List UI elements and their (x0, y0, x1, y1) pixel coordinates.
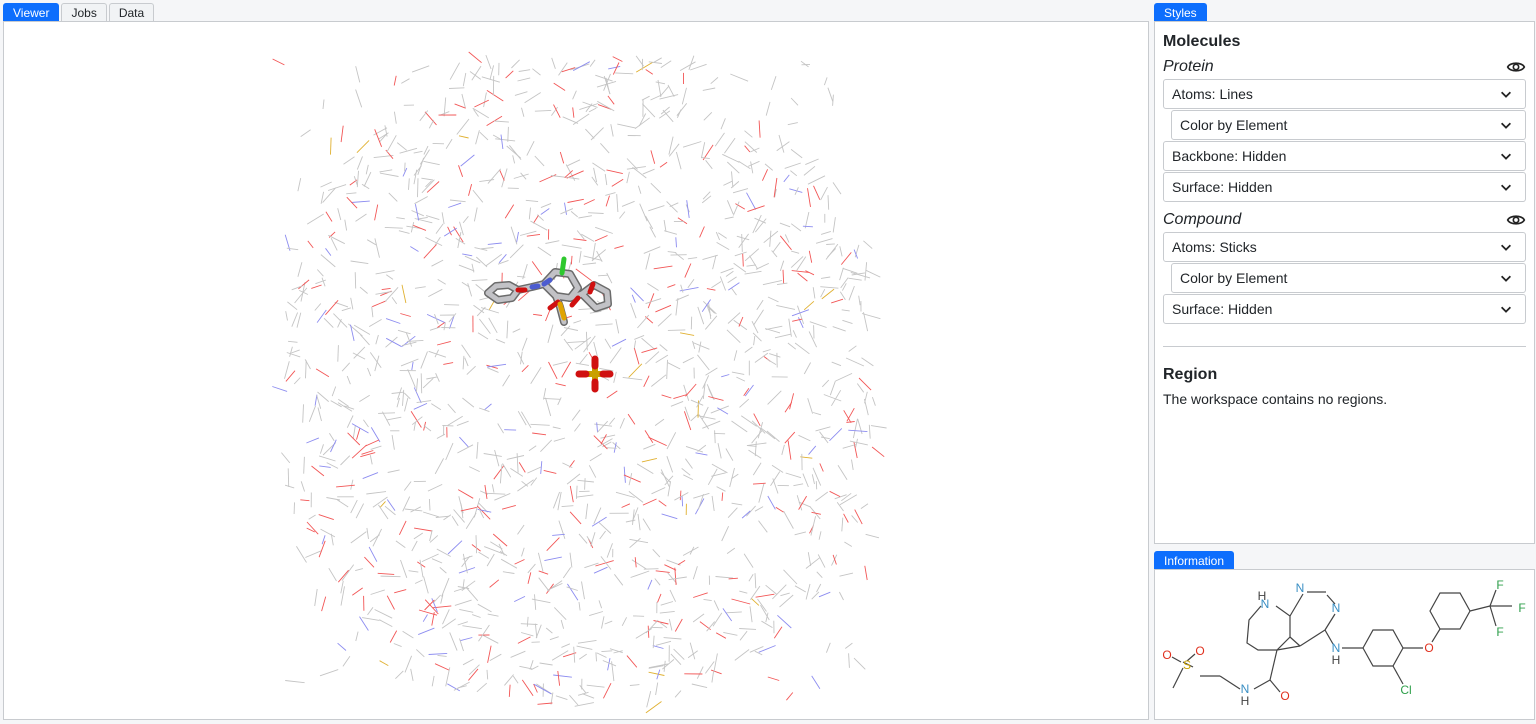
chevron-down-icon (1501, 122, 1511, 129)
n-pyrimidine-2: N (1332, 601, 1341, 615)
nh-amine-h-label: H (1332, 653, 1341, 667)
divider (1163, 346, 1526, 347)
protein-group-header: Protein (1163, 55, 1526, 79)
styles-panel: Molecules Protein Atoms: Lines Color by … (1154, 21, 1535, 544)
sulfonyl-o2-label: O (1195, 644, 1204, 658)
tab-jobs[interactable]: Jobs (61, 3, 107, 21)
protein-atoms-value: Atoms: Lines (1172, 86, 1253, 102)
chevron-down-icon (1501, 153, 1511, 160)
protein-visibility-eye-icon[interactable] (1506, 57, 1526, 77)
sulfonyl-o1-label: O (1162, 648, 1171, 662)
f2-label: F (1518, 601, 1525, 615)
compound-title: Compound (1163, 211, 1242, 228)
protein-surface-value: Surface: Hidden (1172, 179, 1273, 195)
compound-group-header: Compound (1163, 208, 1526, 232)
cl-label: Cl (1400, 683, 1411, 697)
info-tabbar: Information (1154, 551, 1235, 569)
protein-color-value: Color by Element (1180, 117, 1288, 133)
compound-color-select[interactable]: Color by Element (1171, 263, 1526, 293)
f3-label: F (1496, 625, 1503, 639)
compound-visibility-eye-icon[interactable] (1506, 210, 1526, 230)
molecule-3d-canvas[interactable] (4, 22, 1148, 719)
region-empty-text: The workspace contains no regions. (1163, 391, 1388, 407)
compound-2d-structure: H N N N N H O F F F Cl O N H S O O (1162, 578, 1525, 708)
styles-tabbar: Styles (1154, 3, 1207, 21)
chevron-down-icon (1501, 275, 1511, 282)
compound-surface-select[interactable]: Surface: Hidden (1163, 294, 1526, 324)
molecule-viewer[interactable] (3, 21, 1149, 720)
n-pyrimidine-1: N (1296, 581, 1305, 595)
protein-atoms-select[interactable]: Atoms: Lines (1163, 79, 1526, 109)
compound-atoms-select[interactable]: Atoms: Sticks (1163, 232, 1526, 262)
protein-surface-select[interactable]: Surface: Hidden (1163, 172, 1526, 202)
molecules-heading: Molecules (1163, 33, 1241, 50)
carbonyl-o-label: O (1280, 689, 1289, 703)
information-panel: H N N N N H O F F F Cl O N H S O O (1154, 569, 1535, 720)
tab-viewer[interactable]: Viewer (3, 3, 60, 21)
amide-h-label: H (1241, 694, 1250, 708)
chevron-down-icon (1501, 184, 1511, 191)
tab-styles[interactable]: Styles (1154, 3, 1207, 21)
sulfur-label: S (1183, 658, 1191, 672)
n-ring-label: N (1261, 597, 1270, 611)
compound-sticks (484, 256, 612, 326)
tab-information[interactable]: Information (1154, 551, 1235, 569)
protein-backbone-value: Backbone: Hidden (1172, 148, 1287, 164)
ether-o-label: O (1424, 641, 1433, 655)
compound-surface-value: Surface: Hidden (1172, 301, 1273, 317)
sulfate-ion (575, 355, 614, 393)
compound-color-value: Color by Element (1180, 270, 1288, 286)
chevron-down-icon (1501, 244, 1511, 251)
chevron-down-icon (1501, 91, 1511, 98)
viewer-tabbar: Viewer Jobs Data (3, 3, 155, 21)
tab-data[interactable]: Data (108, 3, 155, 21)
protein-lines (272, 51, 887, 714)
region-heading: Region (1163, 366, 1218, 383)
compound-atoms-value: Atoms: Sticks (1172, 239, 1257, 255)
protein-color-select[interactable]: Color by Element (1171, 110, 1526, 140)
chevron-down-icon (1501, 306, 1511, 313)
protein-title: Protein (1163, 58, 1214, 75)
protein-backbone-select[interactable]: Backbone: Hidden (1163, 141, 1526, 171)
f1-label: F (1496, 578, 1503, 592)
